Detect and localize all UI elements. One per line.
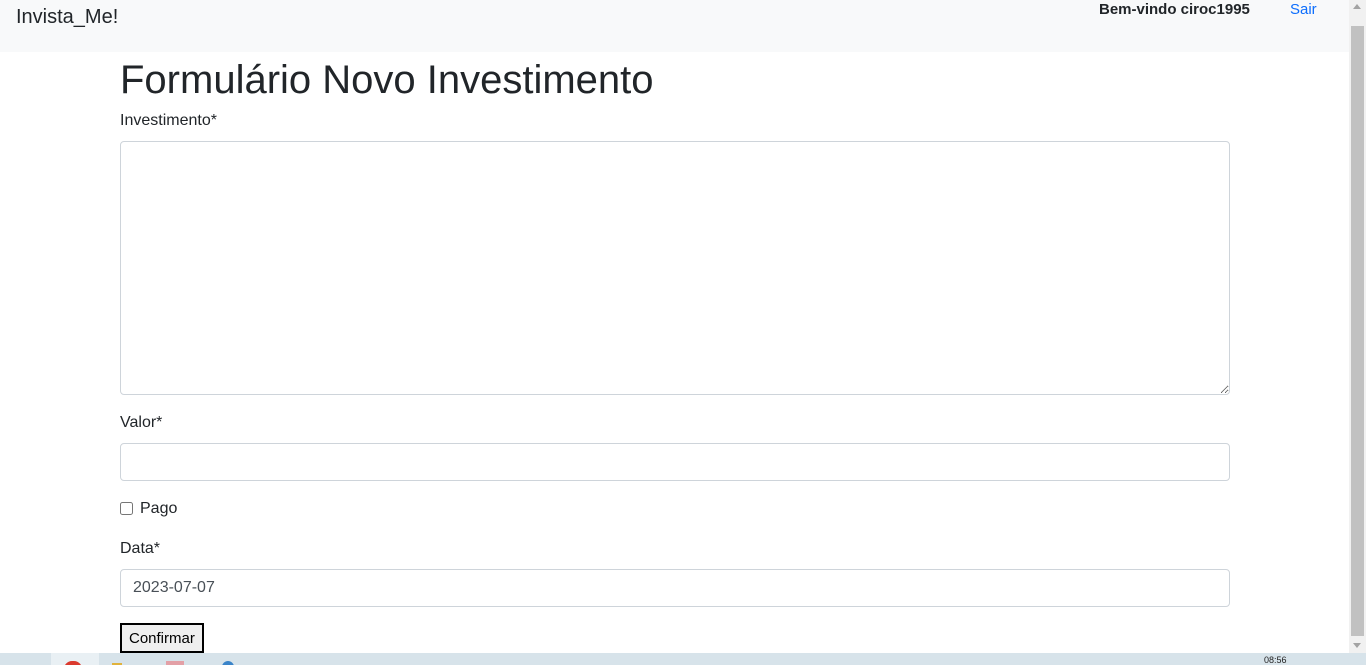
brand-logo[interactable]: Invista_Me! [16,6,118,29]
valor-label: Valor* [120,414,163,431]
pago-label[interactable]: Pago [140,500,177,518]
page-title: Formulário Novo Investimento [120,58,654,102]
scroll-thumb[interactable] [1351,26,1364,636]
welcome-text: Bem-vindo ciroc1995 [1099,1,1250,18]
pago-checkbox[interactable] [120,502,133,515]
investimento-textarea[interactable] [120,141,1230,395]
data-label: Data* [120,540,161,557]
investimento-label: Investimento* [120,112,217,129]
scroll-down-arrow-icon[interactable] [1353,643,1361,648]
document-icon[interactable] [166,661,184,665]
confirm-button[interactable]: Confirmar [120,623,204,653]
navbar: Invista_Me! Bem-vindo ciroc1995 Sair [0,0,1349,52]
logout-link[interactable]: Sair [1290,1,1317,18]
app-icon[interactable] [222,661,234,665]
valor-input[interactable] [120,443,1230,481]
taskbar-clock[interactable]: 08:56 [1264,655,1287,665]
page: Invista_Me! Bem-vindo ciroc1995 Sair For… [0,0,1366,665]
scroll-up-arrow-icon[interactable] [1353,4,1361,9]
data-input[interactable] [120,569,1230,607]
vertical-scrollbar[interactable] [1349,0,1366,653]
taskbar: 08:56 [0,653,1366,665]
